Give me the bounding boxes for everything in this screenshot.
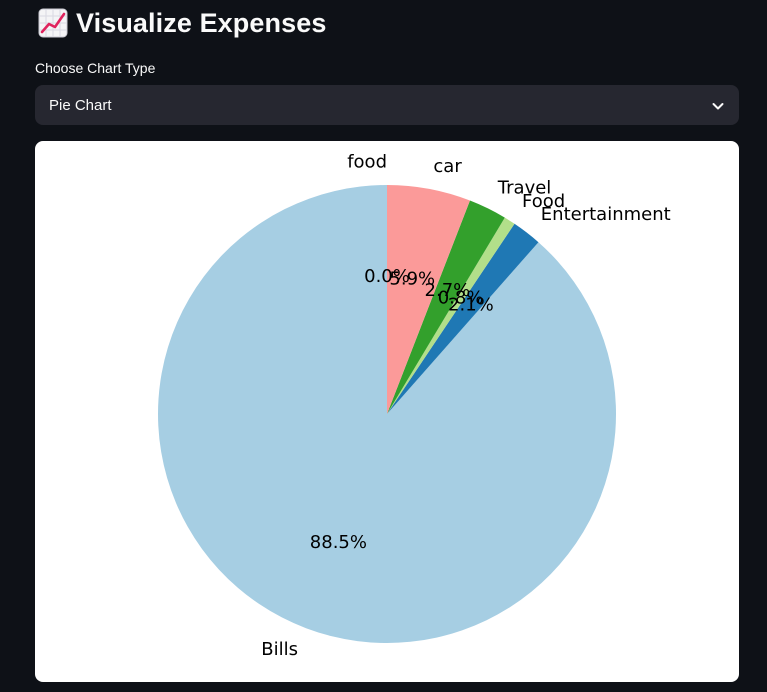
slice-percent-label-0: 88.5% [310,532,367,553]
page-title: Visualize Expenses [76,7,327,38]
chart-card: Bills 88.5% Entertainment 2.1% Food 0.8% Trave… [35,141,739,682]
slice-percent-label-5: 0.0% [364,266,410,287]
slice-label-3: Travel [497,177,552,198]
slice-label-5: food [347,152,387,173]
page: Visualize Expenses Choose Chart Type Pie… [0,0,767,692]
slice-label-4: car [433,156,462,177]
chart-type-select[interactable]: Pie Chart [35,85,739,125]
chart-type-selected-value: Pie Chart [49,96,112,114]
pie-chart: Bills88.5%Entertainment2.1%Food0.8%Trave… [158,152,671,660]
chart-type-label: Choose Chart Type [35,60,156,76]
chart-increasing-icon [38,8,68,38]
title-row: Visualize Expenses [38,4,326,42]
chevron-down-icon[interactable] [711,98,725,112]
slice-label-0: Bills [261,639,298,660]
